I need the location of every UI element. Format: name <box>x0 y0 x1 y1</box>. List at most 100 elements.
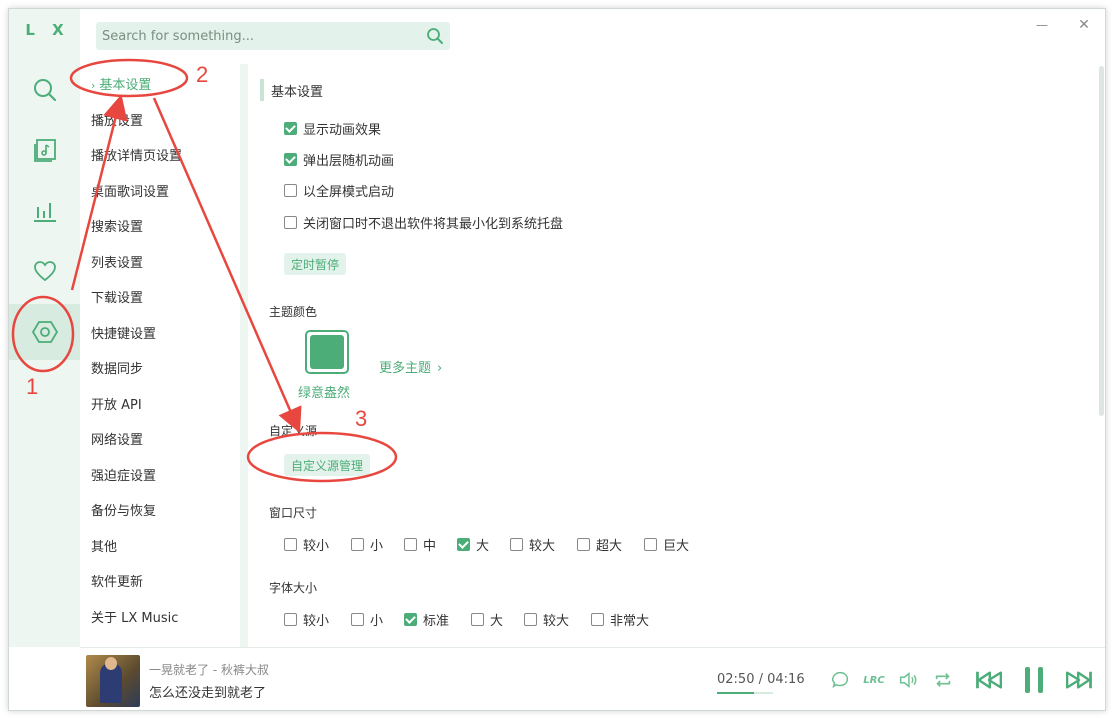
lyric-toggle-button[interactable]: LRC <box>862 668 886 692</box>
window-size-option[interactable]: 超大 <box>577 535 622 554</box>
settings-content: 基本设置 显示动画效果 弹出层随机动画 以全屏模式启动 关闭窗口时不退出软件将其… <box>248 64 1088 647</box>
rail-leaderboard-button[interactable] <box>9 183 80 239</box>
window-size-heading: 窗口尺寸 <box>269 506 318 520</box>
next-icon <box>1065 671 1092 689</box>
font-size-option[interactable]: 非常大 <box>591 610 649 629</box>
nav-item-download[interactable]: 下载设置 <box>91 287 143 306</box>
current-time: 02:50 <box>717 672 755 687</box>
checkbox-label: 弹出层随机动画 <box>303 154 395 169</box>
nav-item-sync[interactable]: 数据同步 <box>91 358 143 377</box>
nav-item-hotkey[interactable]: 快捷键设置 <box>91 323 156 342</box>
comment-button[interactable] <box>828 668 852 692</box>
checkbox-unchecked <box>351 538 364 551</box>
minimize-button[interactable]: — <box>1032 15 1052 35</box>
previous-icon <box>976 671 1003 689</box>
progress-bar[interactable] <box>717 692 773 694</box>
nav-item-playback[interactable]: 播放设置 <box>91 110 143 129</box>
font-size-option[interactable]: 较小 <box>284 610 329 629</box>
volume-icon <box>899 672 917 688</box>
theme-name[interactable]: 绿意盎然 <box>298 382 350 401</box>
more-themes-link[interactable]: 更多主题 › <box>379 357 442 376</box>
comment-icon <box>831 671 849 689</box>
annotation-number-3: 3 <box>355 406 368 431</box>
nav-item-list[interactable]: 列表设置 <box>91 252 143 271</box>
heart-icon <box>33 261 56 282</box>
option-label: 较大 <box>529 539 556 554</box>
checkbox-popup-animation[interactable]: 弹出层随机动画 <box>284 150 394 169</box>
checkbox-checked <box>457 538 470 551</box>
annotation-number-1: 1 <box>26 374 39 399</box>
nav-item-update[interactable]: 软件更新 <box>91 571 143 590</box>
font-size-option[interactable]: 小 <box>351 610 383 629</box>
checkbox-unchecked <box>471 613 484 626</box>
checkbox-fullscreen-start[interactable]: 以全屏模式启动 <box>284 181 394 200</box>
option-label: 较小 <box>303 539 330 554</box>
custom-source-manage-button[interactable]: 自定义源管理 <box>284 454 371 476</box>
nav-item-backup[interactable]: 备份与恢复 <box>91 500 156 519</box>
option-label: 大 <box>490 614 504 629</box>
checkbox-checked <box>284 122 297 135</box>
nav-item-other[interactable]: 其他 <box>91 536 117 555</box>
total-time: 04:16 <box>767 672 805 687</box>
lyric-icon: LRC <box>863 674 885 686</box>
minimize-icon: — <box>1036 18 1048 32</box>
rail-favorites-button[interactable] <box>9 243 80 299</box>
pause-button[interactable] <box>1020 667 1048 693</box>
repeat-icon <box>935 673 951 687</box>
checkbox-unchecked <box>284 538 297 551</box>
volume-button[interactable] <box>896 668 920 692</box>
font-size-option[interactable]: 大 <box>471 610 503 629</box>
rail-search-button[interactable] <box>9 62 80 118</box>
option-label: 中 <box>423 539 437 554</box>
font-size-option[interactable]: 标准 <box>404 610 449 629</box>
timer-pause-button[interactable]: 定时暂停 <box>284 253 347 275</box>
theme-swatch-green[interactable] <box>305 330 349 374</box>
progress-fill <box>717 692 754 694</box>
checkbox-label: 以全屏模式启动 <box>303 185 395 200</box>
close-icon: ✕ <box>1078 17 1090 33</box>
custom-source-heading: 自定义源 <box>269 424 318 438</box>
checkbox-unchecked <box>510 538 523 551</box>
nav-item-desktop-lyric[interactable]: 桌面歌词设置 <box>91 181 169 200</box>
option-label: 较大 <box>543 614 570 629</box>
search-icon[interactable] <box>426 27 444 45</box>
content-scrollbar[interactable] <box>1099 66 1104 416</box>
checkbox-unchecked <box>577 538 590 551</box>
close-button[interactable]: ✕ <box>1074 15 1094 35</box>
next-track-button[interactable] <box>1064 668 1096 692</box>
previous-track-button[interactable] <box>972 668 1004 692</box>
window-size-option[interactable]: 大 <box>457 535 489 554</box>
nav-item-basic[interactable]: › 基本设置 <box>91 74 151 93</box>
nav-item-play-detail[interactable]: 播放详情页设置 <box>91 145 182 164</box>
repeat-mode-button[interactable] <box>931 668 955 692</box>
nav-item-ocd[interactable]: 强迫症设置 <box>91 465 156 484</box>
checkbox-minimize-to-tray[interactable]: 关闭窗口时不退出软件将其最小化到系统托盘 <box>284 213 563 232</box>
window-size-option[interactable]: 小 <box>351 535 383 554</box>
option-label: 小 <box>370 614 384 629</box>
window-size-option[interactable]: 巨大 <box>644 535 689 554</box>
player-bar: 一晃就老了 - 秋裤大叔 怎么还没走到就老了 02:50 / 04:16 LRC <box>80 647 1105 710</box>
checkbox-show-animation[interactable]: 显示动画效果 <box>284 119 381 138</box>
time-separator: / <box>754 672 768 687</box>
nav-item-open-api[interactable]: 开放 API <box>91 394 142 413</box>
chevron-right-icon: › <box>437 361 443 376</box>
chevron-right-icon: › <box>91 79 96 92</box>
nav-item-network[interactable]: 网络设置 <box>91 429 143 448</box>
song-title: 怎么还没走到就老了 <box>149 686 267 701</box>
more-themes-label: 更多主题 <box>379 361 432 376</box>
theme-swatch-fill <box>310 335 344 369</box>
font-size-option[interactable]: 较大 <box>524 610 569 629</box>
window-size-option[interactable]: 中 <box>404 535 436 554</box>
rail-song-list-button[interactable] <box>9 122 80 178</box>
search-icon <box>33 79 56 102</box>
song-subtitle: 一晃就老了 - 秋裤大叔 <box>149 663 269 677</box>
window-size-option[interactable]: 较小 <box>284 535 329 554</box>
album-cover[interactable] <box>86 655 140 707</box>
nav-item-about[interactable]: 关于 LX Music <box>91 607 178 626</box>
left-rail: L X <box>9 9 80 647</box>
window-size-option[interactable]: 较大 <box>510 535 555 554</box>
rail-settings-button[interactable] <box>9 304 80 360</box>
nav-item-search[interactable]: 搜索设置 <box>91 216 143 235</box>
search-input[interactable] <box>96 22 416 50</box>
annotation-number-2: 2 <box>196 62 209 87</box>
